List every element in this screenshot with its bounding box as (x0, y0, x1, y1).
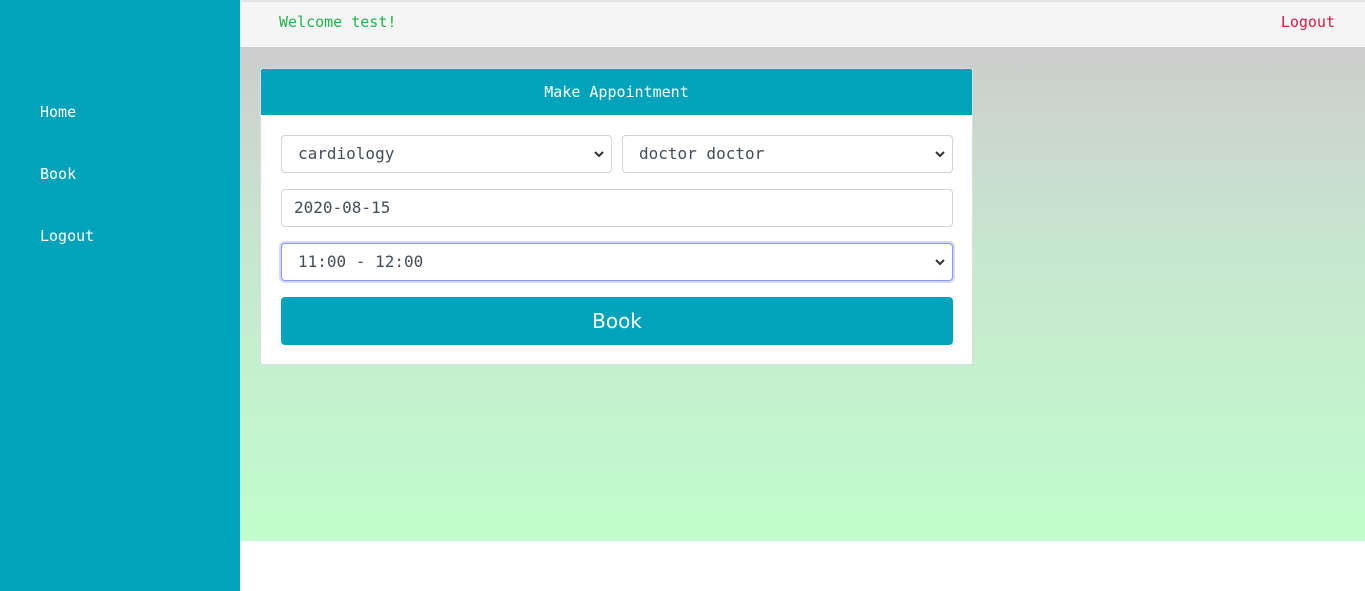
department-select[interactable]: cardiology (281, 135, 612, 173)
department-select-value: cardiology (298, 144, 395, 163)
chevron-down-icon (594, 151, 604, 158)
welcome-message: Welcome test! (279, 13, 397, 31)
appointment-card: Make Appointment cardiology doctor docto… (260, 68, 973, 365)
chevron-down-icon (935, 259, 945, 266)
top-bar: Welcome test! Logout (240, 0, 1365, 47)
card-title: Make Appointment (261, 69, 972, 115)
date-input[interactable]: 2020-08-15 (281, 189, 953, 227)
header-logout-link[interactable]: Logout (1281, 13, 1335, 31)
book-button[interactable]: Book (281, 297, 953, 345)
sidebar-item-logout[interactable]: Logout (40, 226, 94, 246)
sidebar-item-book[interactable]: Book (40, 164, 76, 184)
main-content: Make Appointment cardiology doctor docto… (240, 47, 1365, 541)
time-slot-select-value: 11:00 - 12:00 (298, 252, 424, 271)
sidebar: Home Book Logout (0, 0, 240, 591)
doctor-select[interactable]: doctor doctor (622, 135, 953, 173)
time-slot-select[interactable]: 11:00 - 12:00 (281, 243, 953, 281)
chevron-down-icon (935, 151, 945, 158)
sidebar-item-home[interactable]: Home (40, 102, 76, 122)
date-input-value: 2020-08-15 (294, 198, 391, 217)
doctor-select-value: doctor doctor (639, 144, 765, 163)
